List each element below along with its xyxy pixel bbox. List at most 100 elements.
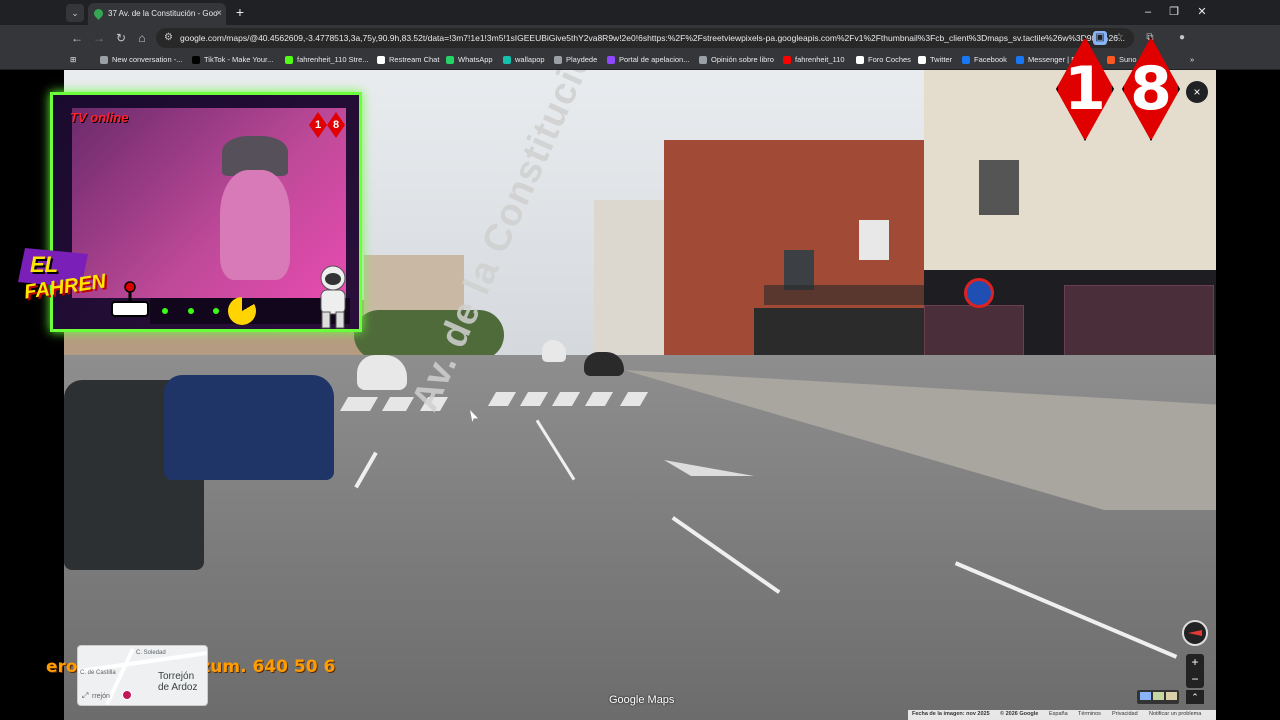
zoom-in-button[interactable]: +	[1186, 654, 1204, 671]
bookmark-favicon-icon	[1016, 56, 1024, 64]
bookmark-label: Facebook	[974, 55, 1007, 64]
active-tab[interactable]: 37 Av. de la Constitución - Goo ×	[88, 3, 226, 25]
bookmark-favicon-icon	[446, 56, 454, 64]
footer-terms-link[interactable]: Términos	[1078, 711, 1101, 717]
bookmark-favicon-icon	[285, 56, 293, 64]
bookmark-item[interactable]: Restream Chat	[377, 53, 439, 67]
bookmark-item[interactable]: Opinión sobre libro	[699, 53, 774, 67]
joystick-icon	[111, 281, 149, 317]
bookmark-label: WhatsApp	[458, 55, 493, 64]
bookmark-item[interactable]: Playdede	[554, 53, 597, 67]
no-parking-sign	[964, 278, 994, 308]
image-date: Fecha de la imagen: nov 2025	[912, 711, 990, 717]
bookmark-label: Portal de apelacion...	[619, 55, 690, 64]
astronaut-icon	[320, 265, 346, 329]
thumbnail[interactable]	[1140, 692, 1151, 700]
bookmark-label: Opinión sobre libro	[711, 55, 774, 64]
el-logo-text: EL	[30, 252, 59, 277]
url-text: google.com/maps/@40.4562609,-3.4778513,3…	[180, 33, 1126, 43]
bookmark-favicon-icon	[699, 56, 707, 64]
bookmark-label: TikTok - Make Your...	[204, 55, 274, 64]
bookmark-favicon-icon	[377, 56, 385, 64]
expand-map-icon[interactable]: ⤢	[82, 691, 92, 701]
bookmark-label: Twitter	[930, 55, 953, 64]
balcony	[764, 285, 924, 305]
footer-privacy-link[interactable]: Privacidad	[1112, 711, 1138, 717]
bookmark-label: Playdede	[566, 55, 598, 64]
close-street-view-button[interactable]: ×	[1186, 81, 1208, 103]
parked-car	[584, 352, 624, 376]
pac-dot	[162, 308, 168, 314]
bookmark-label: Restream Chat	[389, 55, 440, 64]
zoom-out-button[interactable]: −	[1186, 671, 1204, 688]
address-bar[interactable]: ⚙ google.com/maps/@40.4562609,-3.4778513…	[156, 28, 1134, 48]
expand-panel-icon[interactable]: ⌃	[1186, 690, 1204, 704]
location-pin-icon	[122, 690, 132, 700]
footer-country-link[interactable]: España	[1049, 711, 1068, 717]
parked-car	[357, 355, 407, 390]
bookmark-item[interactable]: fahrenheit_110 Stre...	[285, 53, 369, 67]
streamer	[220, 170, 290, 280]
bookmark-favicon-icon	[607, 56, 615, 64]
bookmark-favicon-icon	[962, 56, 970, 64]
thumbnail[interactable]	[1166, 692, 1177, 700]
bookmark-label: Foro Coches	[868, 55, 911, 64]
reload-button[interactable]: ↻	[112, 29, 130, 47]
bookmark-item[interactable]: Twitter	[918, 53, 952, 67]
tab-search-button[interactable]: ⌄	[66, 4, 84, 22]
minimize-button[interactable]: –	[1134, 3, 1162, 21]
tab-strip: ⌄ 37 Av. de la Constitución - Goo × + – …	[0, 0, 1280, 25]
bookmark-item[interactable]: TikTok - Make Your...	[192, 53, 273, 67]
bookmark-favicon-icon	[918, 56, 926, 64]
google-maps-logo: Google Maps	[609, 694, 675, 706]
bookmark-item[interactable]: wallapop	[503, 53, 545, 67]
bookmark-item[interactable]: Facebook	[962, 53, 1007, 67]
bookmark-item[interactable]: Foro Coches	[856, 53, 911, 67]
webcam-feed	[72, 108, 346, 298]
rating-digit: 8	[1130, 54, 1172, 124]
pac-dot	[213, 308, 219, 314]
map-street-label: C. de Castilla	[80, 670, 116, 676]
map-nearby-label: rrejón	[92, 693, 110, 700]
bookmark-label: fahrenheit_110 Stre...	[297, 55, 369, 64]
map-street-label: C. Soledad	[136, 650, 166, 656]
bookmark-label: wallapop	[515, 55, 545, 64]
bookmark-label: fahrenheit_110	[795, 55, 845, 64]
tab-close-icon[interactable]: ×	[216, 3, 222, 25]
footer-report-link[interactable]: Notificar un problema	[1149, 711, 1201, 717]
tv-online-label: TV online	[70, 110, 129, 125]
tab-title: 37 Av. de la Constitución - Goo	[108, 9, 218, 18]
home-button[interactable]: ⌂	[133, 29, 151, 47]
bookmark-item[interactable]: fahrenheit_110	[783, 53, 845, 67]
bookmark-favicon-icon	[554, 56, 562, 64]
rating-digit: 1	[1064, 54, 1106, 124]
pac-dot	[188, 308, 194, 314]
new-tab-button[interactable]: +	[232, 3, 248, 21]
minimap[interactable]: C. Soledad C. de Castilla Torrejón de Ar…	[77, 645, 208, 706]
bookmark-favicon-icon	[856, 56, 864, 64]
bookmark-favicon-icon	[100, 56, 108, 64]
apps-grid-icon[interactable]: ⊞	[70, 53, 76, 67]
parked-car	[164, 375, 334, 480]
bookmark-favicon-icon	[192, 56, 200, 64]
van	[542, 340, 566, 362]
close-window-button[interactable]: ✕	[1188, 3, 1216, 21]
thumbnail[interactable]	[1153, 692, 1164, 700]
maximize-button[interactable]: ❐	[1160, 3, 1188, 21]
bookmark-label: New conversation -...	[112, 55, 183, 64]
window	[859, 220, 889, 260]
map-city-label: Torrejón de Ardoz	[158, 671, 198, 693]
maps-favicon-icon	[92, 7, 105, 20]
more-bookmarks-icon[interactable]: »	[1190, 53, 1194, 67]
copyright: © 2026 Google	[1000, 711, 1039, 717]
forward-button[interactable]: →	[90, 29, 108, 47]
site-info-icon[interactable]: ⚙	[164, 28, 173, 48]
window	[979, 160, 1019, 215]
pacman-icon	[228, 297, 256, 325]
bookmark-item[interactable]: Portal de apelacion...	[607, 53, 689, 67]
back-button[interactable]: ←	[68, 29, 86, 47]
bookmark-favicon-icon	[783, 56, 791, 64]
bookmark-item[interactable]: WhatsApp	[446, 53, 493, 67]
bookmark-favicon-icon	[503, 56, 511, 64]
bookmark-item[interactable]: New conversation -...	[100, 53, 182, 67]
